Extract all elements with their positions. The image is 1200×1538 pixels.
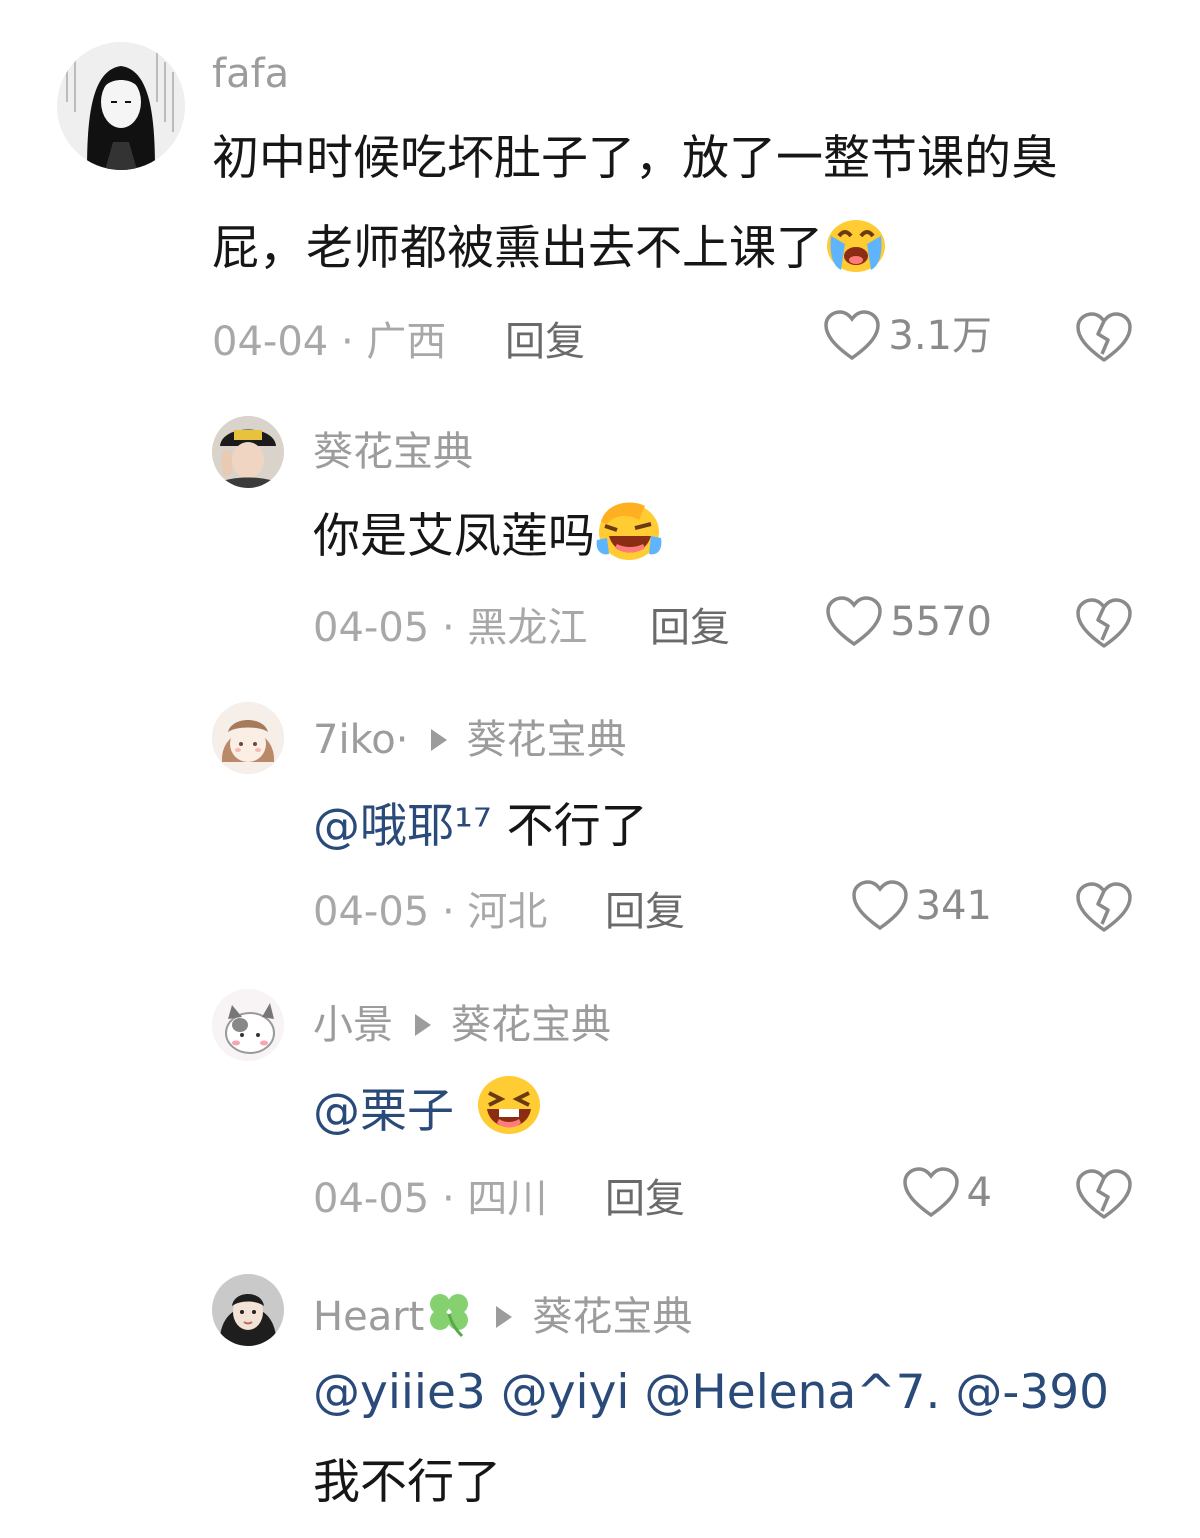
broken-heart-icon[interactable] bbox=[1076, 312, 1132, 368]
date-location: 04-05 · 黑龙江 bbox=[313, 605, 588, 651]
avatar[interactable] bbox=[57, 42, 185, 170]
mention-links[interactable]: @yiiie3 @yiyi @Helena^7. @-390 bbox=[313, 1348, 1109, 1438]
reply-button[interactable]: 回复 bbox=[650, 604, 730, 652]
reply-arrow-icon bbox=[430, 729, 447, 751]
broken-heart-icon[interactable] bbox=[1076, 1169, 1132, 1225]
like-button[interactable]: 5570 bbox=[826, 596, 992, 648]
username[interactable]: 7iko· bbox=[313, 717, 409, 763]
reply-button[interactable]: 回复 bbox=[605, 1175, 685, 1223]
avatar[interactable] bbox=[212, 416, 284, 488]
comment-text-content: 我不行了 bbox=[313, 1455, 501, 1510]
reply-to-username[interactable]: 葵花宝典 bbox=[532, 1294, 692, 1340]
like-count: 4 bbox=[966, 1170, 992, 1216]
broken-heart-icon[interactable] bbox=[1076, 598, 1132, 654]
avatar[interactable] bbox=[212, 989, 284, 1061]
comment-reply: Heart 葵花宝典 @yiiie3 @yiyi @Helena^7. @-39… bbox=[0, 1260, 1200, 1538]
reply-to-username[interactable]: 葵花宝典 bbox=[467, 717, 627, 763]
heart-outline-icon bbox=[902, 1167, 959, 1219]
username[interactable]: fafa bbox=[212, 50, 289, 98]
like-count: 3.1万 bbox=[888, 313, 992, 359]
username-line: Heart 葵花宝典 bbox=[313, 1288, 692, 1349]
like-button[interactable]: 3.1万 bbox=[824, 310, 992, 362]
avatar[interactable] bbox=[212, 702, 284, 774]
reply-button[interactable]: 回复 bbox=[505, 318, 585, 366]
comment-reply: 7iko· 葵花宝典 @哦耶¹⁷ 不行了 04-05 · 河北 回复 341 bbox=[0, 690, 1200, 975]
username[interactable]: 小景 bbox=[313, 1002, 393, 1048]
reply-arrow-icon bbox=[415, 1014, 431, 1036]
like-button[interactable]: 341 bbox=[851, 880, 992, 932]
date-location: 04-05 · 河北 bbox=[313, 889, 548, 935]
comment-top-level: fafa 初中时候吃坏肚子了，放了一整节课的臭 屁，老师都被熏出去不上课了 04… bbox=[0, 0, 1200, 400]
username-line: 小景 葵花宝典 bbox=[313, 1001, 611, 1049]
heart-outline-icon bbox=[851, 880, 908, 932]
comment-text-line-2: 屁，老师都被熏出去不上课了 bbox=[212, 221, 823, 276]
heart-outline-icon bbox=[826, 596, 882, 648]
username[interactable]: 葵花宝典 bbox=[313, 428, 473, 476]
comment-text: @yiiie3 @yiyi @Helena^7. @-390 我不行了 bbox=[313, 1348, 1109, 1528]
comment-text: @哦耶¹⁷ 不行了 bbox=[313, 782, 648, 872]
comment-reply: 小景 葵花宝典 @栗子 04-05 · 四川 回复 4 bbox=[0, 975, 1200, 1260]
comment-text-content: 不行了 bbox=[491, 799, 648, 854]
comment-text-line: 屁，老师都被熏出去不上课了 bbox=[212, 204, 1058, 304]
comment-text-content: 你是艾凤莲吗 bbox=[313, 509, 595, 564]
reply-button[interactable]: 回复 bbox=[605, 888, 685, 936]
mention-link[interactable]: @栗子 bbox=[313, 1084, 454, 1139]
comment-reply: 葵花宝典 你是艾凤莲吗 04-05 · 黑龙江 回复 5570 bbox=[0, 400, 1200, 690]
username-line: 7iko· 葵花宝典 bbox=[313, 716, 627, 764]
laughing-face-emoji-icon bbox=[595, 498, 663, 592]
grinning-squinting-face-emoji-icon bbox=[475, 1073, 543, 1167]
heart-outline-icon bbox=[824, 310, 881, 362]
date-location: 04-04 · 广西 bbox=[212, 319, 447, 365]
comment-text: 你是艾凤莲吗 bbox=[313, 492, 663, 592]
broken-heart-icon[interactable] bbox=[1076, 882, 1132, 938]
avatar[interactable] bbox=[212, 1274, 284, 1346]
like-button[interactable]: 4 bbox=[902, 1167, 992, 1219]
date-location: 04-05 · 四川 bbox=[313, 1176, 548, 1222]
username[interactable]: Heart bbox=[313, 1294, 424, 1340]
reply-arrow-icon bbox=[496, 1306, 513, 1328]
four-leaf-clover-emoji-icon bbox=[424, 1288, 474, 1349]
reply-to-username[interactable]: 葵花宝典 bbox=[451, 1002, 611, 1048]
comment-text: 初中时候吃坏肚子了，放了一整节课的臭 屁，老师都被熏出去不上课了 bbox=[212, 114, 1058, 304]
comment-text: @栗子 bbox=[313, 1067, 543, 1167]
loudly-crying-face-emoji-icon bbox=[823, 214, 889, 304]
like-count: 341 bbox=[915, 883, 992, 929]
mention-link[interactable]: @哦耶¹⁷ bbox=[313, 799, 492, 854]
like-count: 5570 bbox=[890, 599, 992, 645]
comment-text-line: 初中时候吃坏肚子了，放了一整节课的臭 bbox=[212, 131, 1058, 186]
